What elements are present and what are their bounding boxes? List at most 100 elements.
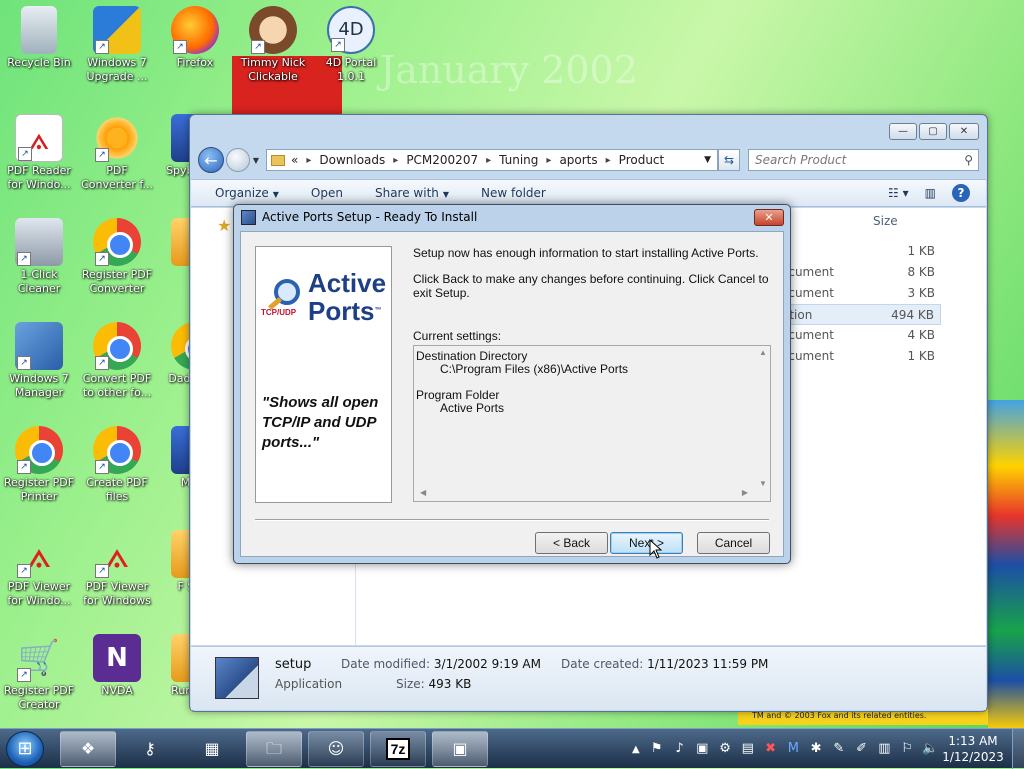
file-row[interactable]: ocument 3 KB	[781, 283, 941, 304]
search-icon[interactable]: ⚲	[964, 153, 973, 167]
traffic-light-icon[interactable]: ⚑	[649, 741, 665, 757]
settings-summary-box[interactable]: Destination Directory C:\Program Files (…	[413, 345, 771, 502]
search-placeholder: Search Product	[755, 153, 847, 167]
clipboard-icon[interactable]: ▤	[740, 741, 756, 757]
new-folder-button[interactable]: New folder	[481, 186, 546, 200]
desktop-icon-1-click-cleaner[interactable]: ↗ 1-Click Cleaner	[0, 218, 78, 296]
breadcrumb-overflow[interactable]: «	[291, 153, 298, 167]
favorites-star-icon[interactable]: ★	[217, 216, 231, 235]
show-desktop-button[interactable]	[1012, 729, 1024, 769]
forward-arrow-icon[interactable]	[226, 148, 250, 172]
desktop-icon-firefox[interactable]: ↗ Firefox	[156, 6, 234, 70]
horizontal-scrollbar[interactable]: ◀ ▶	[414, 487, 756, 501]
taskbar-ie-button[interactable]: ❖	[60, 731, 116, 767]
desktop-icon-label: 4D Portal 1.0.1	[325, 56, 377, 83]
search-input[interactable]: Search Product ⚲	[748, 149, 979, 171]
scroll-right-icon[interactable]: ▶	[742, 488, 748, 497]
desktop-icon-register-pdf-printer[interactable]: ↗ Register PDF Printer	[0, 426, 78, 504]
desktop-icon-windows-7-manager[interactable]: ↗ Windows 7 Manager	[0, 322, 78, 400]
file-row-selected[interactable]: ation 494 KB	[781, 304, 941, 325]
tools-icon[interactable]: ✎	[831, 741, 847, 757]
desktop-icon-4d-portal[interactable]: 4D ↗ 4D Portal 1.0.1	[312, 6, 390, 84]
breadcrumb-tuning[interactable]: Tuning	[499, 153, 538, 167]
desktop-icon-timmy-nick[interactable]: ↗ Timmy Nick Clickable	[234, 6, 312, 84]
taskbar-family-button[interactable]: ☺	[308, 731, 364, 767]
volume-icon[interactable]: 🔈	[922, 741, 938, 757]
details-file-type: Application	[275, 677, 343, 691]
file-row[interactable]: ocument 8 KB	[781, 262, 941, 283]
desktop-icon-nvda[interactable]: N NVDA	[78, 634, 156, 698]
back-button[interactable]: < Back	[535, 532, 608, 554]
desktop-icon-pdf-reader[interactable]: ↗ PDF Reader for Windo...	[0, 114, 78, 192]
desktop-icon-windows-7-upgrade[interactable]: ↗ Windows 7 Upgrade ...	[78, 6, 156, 84]
back-arrow-icon[interactable]: ←	[198, 147, 224, 173]
refresh-icon[interactable]: ⇆	[718, 149, 740, 171]
scroll-left-icon[interactable]: ◀	[420, 488, 426, 497]
minimize-button[interactable]: —	[889, 123, 917, 140]
desktop-icon-pdf-viewer-windows[interactable]: ↗ PDF Viewer for Windows	[78, 530, 156, 608]
shortcut-arrow-icon: ↗	[95, 40, 109, 54]
desktop-icon-convert-pdf[interactable]: ↗ Convert PDF to other fo...	[78, 322, 156, 400]
start-button[interactable]: ⊞	[6, 731, 44, 767]
next-button[interactable]: Next >	[610, 532, 683, 554]
flag-icon[interactable]: ⚐	[899, 741, 915, 757]
show-hidden-icons-icon[interactable]: ▲	[632, 744, 642, 755]
breadcrumb-product[interactable]: Product	[619, 153, 665, 167]
recent-pages-dropdown-icon[interactable]: ▼	[250, 156, 262, 165]
network-icon: ▦	[204, 739, 220, 758]
malwarebytes-icon[interactable]: M	[785, 741, 801, 757]
network-tray-icon[interactable]: ▥	[877, 741, 893, 757]
taskbar-explorer-button[interactable]: 🗀	[246, 731, 302, 767]
file-row[interactable]: ocument 1 KB	[781, 346, 941, 367]
taskbar-setup-button[interactable]: ▣	[432, 731, 488, 767]
desktop-icon-pdf-viewer-windo[interactable]: ↗ PDF Viewer for Windo...	[0, 530, 78, 608]
details-size: Size: 493 KB	[396, 677, 471, 691]
breadcrumb-downloads[interactable]: Downloads	[319, 153, 385, 167]
shortcut-arrow-icon: ↗	[17, 668, 31, 682]
desktop-icon-pdf-converter[interactable]: ↗ PDF Converter f...	[78, 114, 156, 192]
desktop-icon-recycle-bin[interactable]: Recycle Bin	[0, 6, 78, 70]
file-row[interactable]: e 1 KB	[781, 241, 941, 262]
vertical-scrollbar[interactable]: ▲ ▼	[756, 346, 770, 488]
antivirus-icon[interactable]: ✱	[808, 741, 824, 757]
breadcrumb-separator-icon: ▸	[486, 154, 492, 166]
error-icon[interactable]: ✖	[763, 741, 779, 757]
organize-button[interactable]: Organize ▼	[215, 186, 279, 200]
shortcut-arrow-icon: ↗	[95, 356, 109, 370]
scroll-down-icon[interactable]: ▼	[759, 479, 767, 488]
scroll-up-icon[interactable]: ▲	[759, 348, 767, 357]
destination-directory-value: C:\Program Files (x86)\Active Ports	[440, 362, 629, 376]
address-dropdown-icon[interactable]: ▼	[704, 155, 711, 165]
view-options-icon[interactable]: ☷ ▾	[888, 186, 909, 200]
ready-instructions-text: Click Back to make any changes before co…	[413, 272, 769, 300]
desktop-icon-register-pdf-creator[interactable]: ↗ Register PDF Creator	[0, 634, 78, 712]
breadcrumb-pcm200207[interactable]: PCM200207	[406, 153, 478, 167]
taskbar-7zip-button[interactable]: 7z	[370, 731, 426, 767]
preview-pane-icon[interactable]: ▥	[925, 186, 936, 200]
taskbar: ⊞ ❖ ⚷ ▦ 🗀 ☺ 7z ▣ ▲ ⚑ ♪ ▣ ⚙ ▤ ✖ M ✱ ✎ ✐ ▥…	[0, 728, 1024, 769]
gear-icon[interactable]: ⚙	[717, 741, 733, 757]
file-row[interactable]: ocument 4 KB	[781, 325, 941, 346]
share-with-button[interactable]: Share with ▼	[375, 186, 449, 200]
shortcut-arrow-icon: ↗	[95, 460, 109, 474]
speaker-tray-icon[interactable]: ♪	[672, 741, 688, 757]
device-icon[interactable]: ▣	[694, 741, 710, 757]
taskbar-key-button[interactable]: ⚷	[122, 731, 178, 767]
chevron-down-icon: ▼	[442, 190, 450, 199]
address-bar[interactable]: « ▸ Downloads ▸ PCM200207 ▸ Tuning ▸ apo…	[266, 149, 718, 171]
pen-icon[interactable]: ✐	[854, 741, 870, 757]
close-button[interactable]: ✕	[949, 123, 979, 140]
maximize-button[interactable]: ▢	[919, 123, 947, 140]
cancel-button[interactable]: Cancel	[697, 532, 770, 554]
taskbar-network-button[interactable]: ▦	[184, 731, 240, 767]
desktop-icon-create-pdf-files[interactable]: ↗ Create PDF files	[78, 426, 156, 504]
open-button[interactable]: Open	[311, 186, 343, 200]
dialog-divider	[255, 519, 769, 521]
column-header-size[interactable]: Size	[873, 214, 898, 228]
dialog-close-button[interactable]: ✕	[754, 209, 784, 226]
system-clock[interactable]: 1:13 AM 1/12/2023	[940, 733, 1006, 765]
desktop-icon-register-pdf-converter[interactable]: ↗ Register PDF Converter	[78, 218, 156, 296]
help-icon[interactable]: ?	[952, 184, 970, 202]
breadcrumb-aports[interactable]: aports	[559, 153, 597, 167]
tools-icon: ↗	[15, 322, 63, 370]
